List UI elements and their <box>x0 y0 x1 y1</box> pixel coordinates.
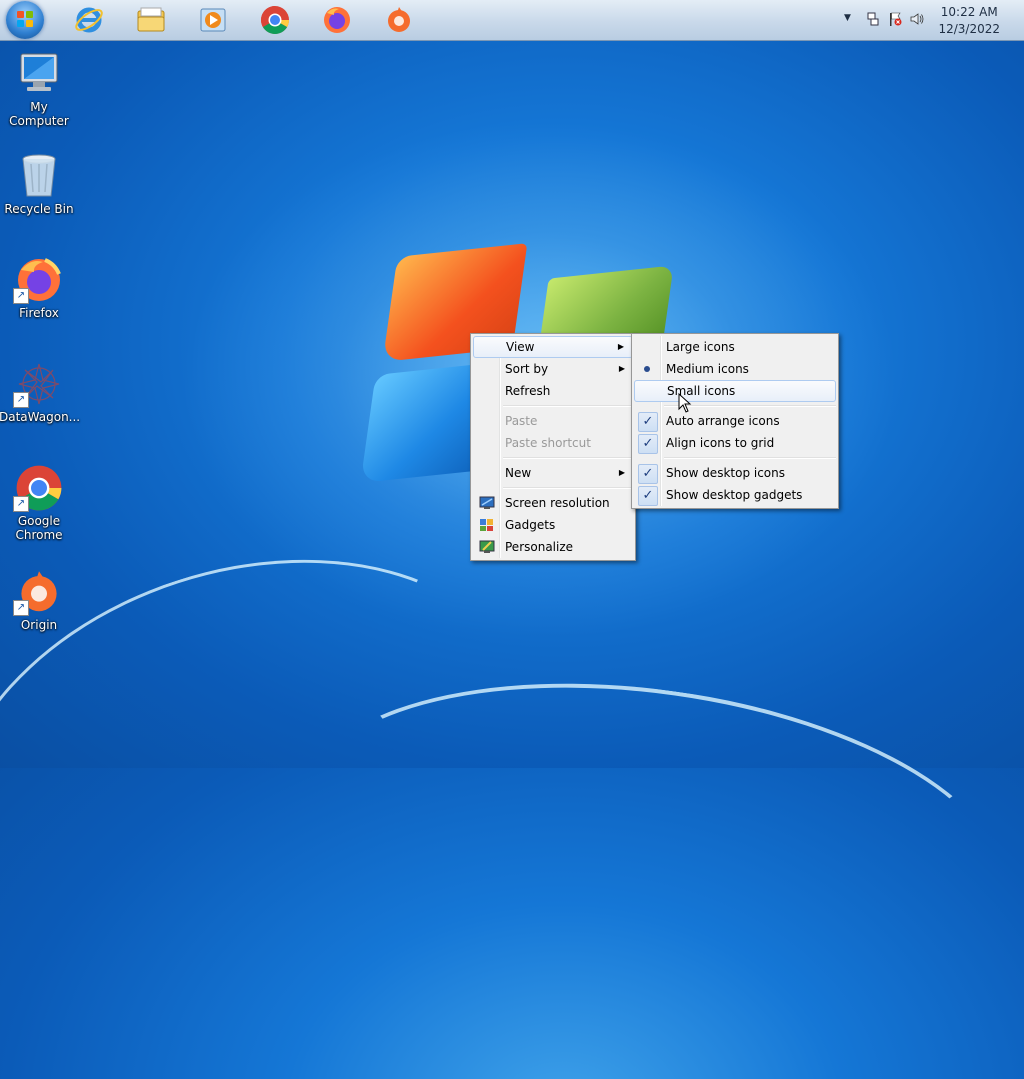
taskbar-origin[interactable] <box>372 3 426 37</box>
taskbar: ▼ 10:22 AM 12/3/2022 <box>0 0 1024 41</box>
clock-date: 12/3/2022 <box>938 22 1000 36</box>
computer-icon <box>20 53 58 91</box>
shortcut-arrow-icon: ↗ <box>13 288 29 304</box>
desktop-icon-datawagon[interactable]: ↗ DataWagon... <box>0 360 81 424</box>
desktop-icon-label: Recycle Bin <box>4 202 74 216</box>
menu-item-paste[interactable]: Paste <box>473 410 633 432</box>
media-player-icon <box>200 8 226 32</box>
menu-item-auto-arrange-icons[interactable]: ✓ Auto arrange icons <box>634 410 836 432</box>
menu-item-label: Large icons <box>666 340 735 354</box>
desktop-icon-label: Google Chrome <box>15 514 63 542</box>
menu-item-label: Auto arrange icons <box>666 414 780 428</box>
desktop-icon-origin[interactable]: ↗ Origin <box>0 568 79 632</box>
menu-item-label: View <box>506 340 535 354</box>
submenu-arrow-icon: ▶ <box>617 342 624 351</box>
firefox-icon <box>324 7 350 33</box>
view-submenu: Large icons Medium icons Small icons ✓ A… <box>631 333 839 509</box>
menu-item-label: Medium icons <box>666 362 749 376</box>
checkmark-icon: ✓ <box>638 486 658 506</box>
taskbar-clock[interactable]: 10:22 AM 12/3/2022 <box>938 4 1000 38</box>
checkmark-icon: ✓ <box>638 434 658 454</box>
taskbar-firefox[interactable] <box>310 3 364 37</box>
menu-item-label: Personalize <box>505 540 574 554</box>
menu-item-small-icons[interactable]: Small icons <box>634 380 836 402</box>
menu-item-large-icons[interactable]: Large icons <box>634 336 836 358</box>
taskbar-internet-explorer[interactable] <box>62 3 116 37</box>
action-center-flag-icon[interactable] <box>888 12 902 26</box>
desktop-icon-label: Firefox <box>19 306 59 320</box>
desktop-icon-label: Origin <box>20 618 58 632</box>
taskbar-chrome[interactable] <box>248 3 302 37</box>
taskbar-media-player[interactable] <box>186 3 240 37</box>
mouse-pointer-icon <box>678 393 692 413</box>
menu-item-label: Align icons to grid <box>666 436 775 450</box>
windows-flag-icon <box>17 11 33 27</box>
desktop-context-menu: View ▶ Sort by ▶ Refresh Paste Paste sho… <box>470 333 636 561</box>
checkmark-icon: ✓ <box>638 412 658 432</box>
menu-separator <box>503 487 633 489</box>
checkmark-icon: ✓ <box>638 464 658 484</box>
monitor-icon <box>479 496 495 509</box>
volume-icon[interactable] <box>910 12 924 26</box>
menu-item-label: Show desktop gadgets <box>666 488 803 502</box>
menu-item-medium-icons[interactable]: Medium icons <box>634 358 836 380</box>
menu-item-personalize[interactable]: Personalize <box>473 536 633 558</box>
desktop-icon-my-computer[interactable]: My Computer <box>0 50 79 128</box>
menu-item-show-desktop-gadgets[interactable]: ✓ Show desktop gadgets <box>634 484 836 506</box>
menu-separator <box>503 405 633 407</box>
windows-explorer-icon <box>137 7 165 32</box>
menu-item-align-icons-to-grid[interactable]: ✓ Align icons to grid <box>634 432 836 454</box>
menu-item-label: Paste shortcut <box>505 436 591 450</box>
menu-item-show-desktop-icons[interactable]: ✓ Show desktop icons <box>634 462 836 484</box>
shortcut-arrow-icon: ↗ <box>13 600 29 616</box>
desktop-icon-google-chrome[interactable]: ↗ Google Chrome <box>0 464 79 542</box>
menu-item-gadgets[interactable]: Gadgets <box>473 514 633 536</box>
menu-separator <box>664 457 836 459</box>
shortcut-arrow-icon: ↗ <box>13 392 29 408</box>
clock-time: 10:22 AM <box>940 5 998 19</box>
shortcut-arrow-icon: ↗ <box>13 496 29 512</box>
recycle-bin-icon <box>22 154 56 197</box>
desktop-icon-firefox[interactable]: ↗ Firefox <box>0 256 79 320</box>
network-icon[interactable] <box>866 12 880 26</box>
menu-item-new[interactable]: New ▶ <box>473 462 633 484</box>
gadgets-icon <box>480 519 493 531</box>
menu-item-label: Paste <box>505 414 538 428</box>
menu-item-screen-resolution[interactable]: Screen resolution <box>473 492 633 514</box>
menu-separator <box>503 457 633 459</box>
menu-item-view[interactable]: View ▶ <box>473 336 633 358</box>
menu-item-label: Screen resolution <box>505 496 610 510</box>
menu-item-label: Show desktop icons <box>666 466 786 480</box>
desktop-icon-recycle-bin[interactable]: Recycle Bin <box>0 152 79 216</box>
internet-explorer-icon <box>75 7 103 33</box>
personalize-icon <box>479 540 495 553</box>
menu-item-paste-shortcut[interactable]: Paste shortcut <box>473 432 633 454</box>
menu-item-label: Sort by <box>505 362 549 376</box>
desktop-icon-label: My Computer <box>9 100 69 128</box>
menu-item-refresh[interactable]: Refresh <box>473 380 633 402</box>
submenu-arrow-icon: ▶ <box>618 364 625 373</box>
start-button[interactable] <box>6 1 44 39</box>
menu-item-sort-by[interactable]: Sort by ▶ <box>473 358 633 380</box>
menu-item-label: New <box>505 466 532 480</box>
menu-item-label: Gadgets <box>505 518 556 532</box>
submenu-arrow-icon: ▶ <box>618 468 625 477</box>
origin-icon <box>388 7 410 32</box>
desktop-icon-label: DataWagon... <box>0 410 81 424</box>
chrome-icon <box>261 6 289 34</box>
radio-selected-icon <box>638 360 656 378</box>
system-tray: ▼ 10:22 AM 12/3/2022 <box>824 0 1024 40</box>
menu-item-label: Refresh <box>505 384 551 398</box>
taskbar-windows-explorer[interactable] <box>124 3 178 37</box>
show-hidden-icons-arrow-icon[interactable]: ▼ <box>844 13 858 27</box>
